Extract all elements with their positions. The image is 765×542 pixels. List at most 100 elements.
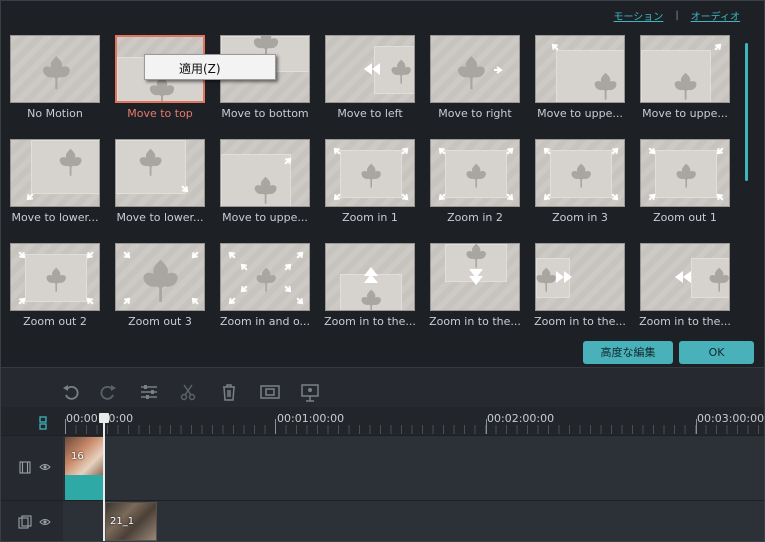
motion-thumbnail[interactable] <box>640 139 730 207</box>
motion-thumbnail[interactable] <box>430 35 520 103</box>
leaf-icon <box>457 55 485 89</box>
ruler-major-tick <box>275 419 276 434</box>
delete-icon[interactable] <box>219 382 239 402</box>
timeline-ruler[interactable]: 00:00:00:00 00:01:00:00 00:02:00:00 00:0… <box>1 407 765 435</box>
leaf-icon <box>256 267 276 292</box>
motion-label: Zoom in 2 <box>447 211 503 224</box>
motion-item[interactable]: Zoom in to the... <box>324 243 416 333</box>
motion-label: Move to lower... <box>116 211 204 224</box>
adjust-icon[interactable] <box>139 382 159 402</box>
motion-thumbnail[interactable] <box>535 139 625 207</box>
leaf-icon <box>391 59 411 84</box>
overlay-clip-label: 21_1 <box>110 516 135 527</box>
motion-item[interactable]: Zoom in to the... <box>429 243 521 333</box>
motion-thumbnail[interactable] <box>325 35 415 103</box>
motion-item[interactable]: Zoom in and o... <box>220 243 310 333</box>
motion-thumbnail[interactable] <box>115 139 205 207</box>
redo-icon[interactable] <box>98 382 118 402</box>
motion-item[interactable]: Move to bottom <box>220 35 310 125</box>
motion-label: Move to left <box>337 107 403 120</box>
context-menu: 適用(Z) <box>144 54 276 80</box>
motion-thumbnail[interactable] <box>115 243 205 311</box>
leaf-icon <box>143 259 178 302</box>
motion-thumbnail[interactable] <box>220 243 310 311</box>
leaf-icon <box>140 148 162 176</box>
motion-label: Move to uppe... <box>537 107 623 120</box>
motion-label: Zoom out 1 <box>653 211 717 224</box>
down-arrow-icon <box>469 269 483 285</box>
motion-item[interactable]: Zoom out 1 <box>640 139 730 229</box>
leaf-icon <box>676 163 696 188</box>
leaf-icon <box>675 72 697 100</box>
ok-button[interactable]: OK <box>679 341 754 364</box>
overlay-track-icon <box>18 515 32 529</box>
motion-item[interactable]: Zoom in 3 <box>535 139 625 229</box>
vertical-scrollbar[interactable] <box>745 43 748 181</box>
motion-item[interactable]: Zoom out 3 <box>115 243 205 333</box>
motion-thumbnail[interactable] <box>220 139 310 207</box>
tab-audio[interactable]: オーディオ <box>691 8 740 23</box>
motion-item[interactable]: Move to uppe... <box>640 35 730 125</box>
motion-thumbnail[interactable] <box>640 35 730 103</box>
crop-icon[interactable] <box>259 382 281 402</box>
snapshot-icon[interactable] <box>299 382 321 402</box>
motion-thumbnail[interactable] <box>640 243 730 311</box>
motion-item[interactable]: Move to top <box>115 35 205 125</box>
motion-thumbnail[interactable] <box>325 243 415 311</box>
leaf-icon <box>361 289 381 310</box>
eye-icon[interactable] <box>39 518 51 526</box>
motion-item[interactable]: Zoom in 1 <box>325 139 415 229</box>
leaf-icon <box>709 267 729 292</box>
playhead-handle[interactable] <box>99 413 109 423</box>
advanced-edit-button[interactable]: 高度な編集 <box>583 341 673 364</box>
right-arrow-icon <box>556 271 572 283</box>
snap-icon[interactable] <box>38 416 48 430</box>
eye-icon[interactable] <box>39 463 51 471</box>
motion-item[interactable]: Move to uppe... <box>535 35 625 125</box>
leaf-icon <box>46 267 66 292</box>
motion-item[interactable]: Zoom in to the... <box>534 243 626 333</box>
ruler-time-1: 00:01:00:00 <box>277 412 345 425</box>
tab-separator: | <box>675 10 679 21</box>
video-track[interactable]: 16 <box>1 435 764 500</box>
playhead[interactable] <box>103 415 105 541</box>
motion-item[interactable]: No Motion <box>10 35 100 125</box>
motion-label: Move to lower... <box>11 211 99 224</box>
ruler-ticks <box>65 425 764 434</box>
motion-thumbnail[interactable] <box>430 139 520 207</box>
film-icon <box>19 461 31 474</box>
motion-label: No Motion <box>27 107 83 120</box>
motion-item[interactable]: Move to right <box>430 35 520 125</box>
video-clip[interactable]: 16 <box>65 437 103 500</box>
leaf-icon <box>361 163 381 188</box>
motion-editor-window: モーション | オーディオ No Motion Move to top Move… <box>0 0 765 542</box>
motion-item[interactable]: Zoom out 2 <box>10 243 100 333</box>
motion-label: Zoom out 3 <box>128 315 192 328</box>
audio-track[interactable]: 21_1 <box>1 500 764 541</box>
motion-item[interactable]: Move to lower... <box>115 139 205 229</box>
ruler-time-3: 00:03:00:00 <box>697 412 765 425</box>
motion-item[interactable]: Zoom in to the... <box>639 243 731 333</box>
cut-icon[interactable] <box>178 382 198 402</box>
motion-item[interactable]: Move to left <box>325 35 415 125</box>
undo-icon[interactable] <box>61 382 81 402</box>
motion-thumbnail[interactable] <box>535 243 625 311</box>
motion-label: Zoom in to the... <box>429 315 521 328</box>
ruler-time-2: 00:02:00:00 <box>487 412 555 425</box>
overlay-clip[interactable]: 21_1 <box>105 502 157 541</box>
motion-thumbnail[interactable] <box>10 243 100 311</box>
motion-thumbnail[interactable] <box>535 35 625 103</box>
motion-thumbnail[interactable] <box>10 35 100 103</box>
motion-item[interactable]: Move to uppe... <box>220 139 310 229</box>
context-menu-apply[interactable]: 適用(Z) <box>179 62 221 76</box>
motion-thumbnail[interactable] <box>10 139 100 207</box>
tab-motion[interactable]: モーション <box>614 8 664 23</box>
motion-label: Zoom in to the... <box>534 315 626 328</box>
leaf-icon <box>60 148 82 176</box>
motion-label: Zoom out 2 <box>23 315 87 328</box>
motion-item[interactable]: Zoom in 2 <box>430 139 520 229</box>
motion-thumbnail[interactable] <box>325 139 415 207</box>
motion-label: Move to top <box>127 107 193 120</box>
motion-item[interactable]: Move to lower... <box>10 139 100 229</box>
motion-thumbnail[interactable] <box>430 243 520 311</box>
